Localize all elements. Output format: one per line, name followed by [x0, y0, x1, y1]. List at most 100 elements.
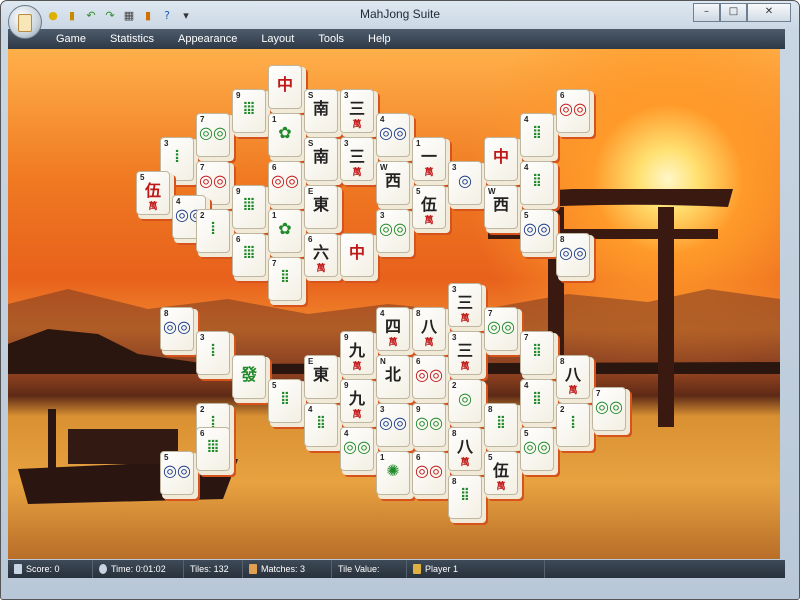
mahjong-tile[interactable]: 5伍萬: [484, 451, 524, 501]
tile-face: 7 ◎◎: [196, 113, 230, 157]
mahjong-tile[interactable]: 3三萬: [340, 137, 380, 187]
maximize-button[interactable]: □: [720, 3, 747, 22]
close-button[interactable]: ✕: [747, 3, 791, 22]
tile-face: S南: [304, 137, 338, 181]
mahjong-tile[interactable]: 4 ◎◎: [340, 427, 380, 477]
title-bar[interactable]: ● ▮ ↶ ↷ ▦ ▮ ? ▾ MahJong Suite – □ ✕: [1, 1, 799, 39]
matches-text: Matches: 3: [261, 564, 306, 574]
mahjong-tile[interactable]: 7 ◎◎: [196, 113, 236, 163]
mahjong-tile[interactable]: 8 ⦙⦙: [484, 403, 524, 453]
mahjong-tile[interactable]: 6 ◎◎: [412, 355, 452, 405]
mahjong-tile[interactable]: 1 ✿: [268, 113, 308, 163]
mahjong-tile[interactable]: 8八萬: [412, 307, 452, 357]
tile-index: 2: [200, 405, 205, 414]
mahjong-tile[interactable]: 3 ◎◎: [376, 403, 416, 453]
mahjong-tile[interactable]: 3 ◎◎: [376, 209, 416, 259]
mahjong-tile[interactable]: W西: [376, 161, 416, 211]
mahjong-tile[interactable]: 3 ⦙: [196, 331, 236, 381]
tile-index: 4: [524, 381, 529, 390]
tile-face: 8 ⦙⦙: [484, 403, 518, 447]
menu-layout[interactable]: Layout: [253, 29, 302, 49]
tile-face: 6 ◎◎: [268, 161, 302, 205]
mahjong-tile[interactable]: 9九萬: [340, 379, 380, 429]
mahjong-tile[interactable]: 8 ⦙⦙: [448, 475, 488, 525]
mahjong-tile[interactable]: 中: [340, 233, 380, 283]
mahjong-tile[interactable]: 5 ◎◎: [520, 209, 560, 259]
mahjong-tile[interactable]: 5 ◎◎: [160, 451, 200, 501]
mahjong-tile[interactable]: 7 ◎◎: [484, 307, 524, 357]
mahjong-tile[interactable]: S南: [304, 89, 344, 139]
mahjong-tile[interactable]: 5 ⦙⦙: [268, 379, 308, 429]
mahjong-tile[interactable]: 3三萬: [340, 89, 380, 139]
mahjong-tile[interactable]: 中: [268, 65, 308, 115]
mahjong-tile[interactable]: S南: [304, 137, 344, 187]
mahjong-tile[interactable]: 9 ◎◎: [412, 403, 452, 453]
tile-symbol: ◎◎: [595, 397, 623, 416]
game-board[interactable]: 5 伍萬 3 ⦙ 4 ◎◎ 9 ⦙⦙⦙ 7 ◎◎ 7 ◎◎ 2 ⦙ 9 ⦙⦙⦙ 6 ⦙⦙⦙ 中 1 ✿ 6 ◎◎ 1 ✿ 7 ⦙⦙ S…: [8, 49, 780, 559]
mahjong-tile[interactable]: 5 ◎◎: [520, 427, 560, 477]
mahjong-tile[interactable]: 4 ⦙⦙: [520, 161, 560, 211]
mahjong-tile[interactable]: 6 ◎◎: [268, 161, 308, 211]
mahjong-tile[interactable]: 8◎◎: [556, 233, 596, 283]
mahjong-tile[interactable]: 8八萬: [448, 427, 488, 477]
tile-symbol: ◎◎: [415, 413, 443, 432]
tiles-panel: Tiles: 132: [184, 560, 243, 578]
tile-symbol: 伍: [420, 195, 437, 214]
mahjong-tile[interactable]: 7 ◎◎: [592, 387, 632, 437]
tile-value-panel: Tile Value:: [332, 560, 407, 578]
tile-suit: 萬: [460, 458, 470, 468]
mahjong-tile[interactable]: W西: [484, 185, 524, 235]
mahjong-tile[interactable]: N北: [376, 355, 416, 405]
tile-symbol: 發: [240, 365, 257, 384]
tile-index: 3: [200, 333, 205, 342]
menu-game[interactable]: Game: [48, 29, 94, 49]
mahjong-tile[interactable]: 1 ✺: [376, 451, 416, 501]
menu-appearance[interactable]: Appearance: [170, 29, 245, 49]
mahjong-tile[interactable]: 6 ⦙⦙⦙: [196, 427, 236, 477]
mahjong-tile[interactable]: 2 ⦙: [556, 403, 596, 453]
mahjong-tile[interactable]: 8八萬: [556, 355, 596, 405]
tile-symbol: 三: [348, 99, 365, 118]
menu-help[interactable]: Help: [360, 29, 399, 49]
app-orb-button[interactable]: [8, 5, 42, 39]
mahjong-tile[interactable]: 8◎◎: [160, 307, 200, 357]
mahjong-tile[interactable]: 1 ✿: [268, 209, 308, 259]
mahjong-tile[interactable]: 3 ◎: [448, 161, 488, 211]
mahjong-tile[interactable]: 2 ◎: [448, 379, 488, 429]
tile-face: 3三萬: [340, 89, 374, 133]
mahjong-tile[interactable]: E東: [304, 355, 344, 405]
tile-symbol: ◎◎: [523, 219, 551, 238]
mahjong-tile[interactable]: 6 ◎◎: [556, 89, 596, 139]
tile-symbol: ◎◎: [379, 219, 407, 238]
mahjong-tile[interactable]: 9 ⦙⦙⦙: [232, 185, 272, 235]
tile-symbol: ⦙⦙⦙: [243, 195, 255, 214]
mahjong-tile[interactable]: 7 ⦙⦙: [520, 331, 560, 381]
menu-statistics[interactable]: Statistics: [102, 29, 162, 49]
tile-symbol: ⦙⦙: [533, 341, 541, 360]
mahjong-tile[interactable]: 3三萬: [448, 331, 488, 381]
mahjong-tile[interactable]: 中: [484, 137, 524, 187]
mahjong-tile[interactable]: 6 ◎◎: [412, 451, 452, 501]
mahjong-tile[interactable]: 5伍萬: [412, 185, 452, 235]
mahjong-tile[interactable]: 4 ⦙⦙: [520, 113, 560, 163]
tile-face: 4四萬: [376, 307, 410, 351]
minimize-button[interactable]: –: [693, 3, 720, 22]
mahjong-tile[interactable]: 6 ⦙⦙⦙: [232, 233, 272, 283]
mahjong-tile[interactable]: 2 ⦙: [196, 209, 236, 259]
mahjong-tile[interactable]: 4 ⦙⦙: [520, 379, 560, 429]
mahjong-tile[interactable]: 4 ◎◎: [376, 113, 416, 163]
mahjong-tile[interactable]: 9 ⦙⦙⦙: [232, 89, 272, 139]
mahjong-tile[interactable]: 3三萬: [448, 283, 488, 333]
mahjong-tile[interactable]: 7 ⦙⦙: [268, 257, 308, 307]
mahjong-tile[interactable]: 1一萬: [412, 137, 452, 187]
mahjong-tile[interactable]: E東: [304, 185, 344, 235]
mahjong-tile[interactable]: 4四萬: [376, 307, 416, 357]
tile-face: 1 ✺: [376, 451, 410, 495]
mahjong-tile[interactable]: 9九萬: [340, 331, 380, 381]
menu-tools[interactable]: Tools: [310, 29, 352, 49]
player-panel: Player 1: [407, 560, 545, 578]
mahjong-tile[interactable]: 4 ⦙⦙: [304, 403, 344, 453]
mahjong-tile[interactable]: 6六萬: [304, 233, 344, 283]
mahjong-tile[interactable]: 發: [232, 355, 272, 405]
mahjong-tile[interactable]: 5伍萬: [136, 171, 176, 221]
